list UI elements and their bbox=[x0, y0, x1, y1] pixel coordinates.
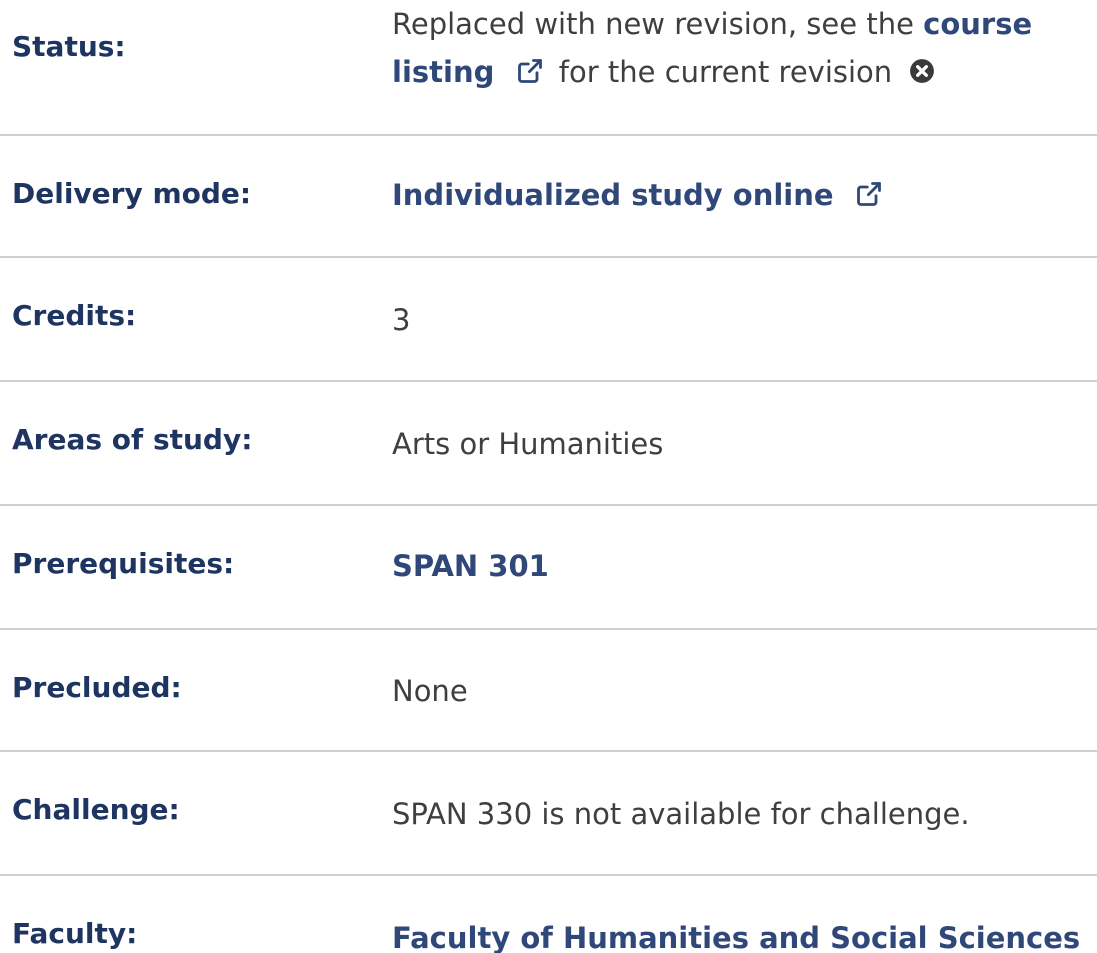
areas-of-study-value: Arts or Humanities bbox=[392, 427, 664, 461]
status-value: Replaced with new revision, see the cour… bbox=[392, 0, 1032, 96]
faculty-value: Faculty of Humanities and Social Science… bbox=[392, 914, 1097, 953]
course-listing-link-part1[interactable]: course bbox=[923, 7, 1032, 41]
challenge-label: Challenge: bbox=[12, 793, 180, 826]
faculty-link[interactable]: Faculty of Humanities and Social Science… bbox=[392, 921, 1080, 953]
course-listing-link-part2[interactable]: listing bbox=[392, 55, 494, 89]
prerequisites-value: SPAN 301 bbox=[392, 542, 549, 590]
faculty-label: Faculty: bbox=[12, 917, 138, 950]
status-label: Status: bbox=[12, 30, 126, 63]
prerequisites-label: Prerequisites: bbox=[12, 547, 235, 580]
close-circle-icon[interactable] bbox=[909, 58, 935, 84]
delivery-mode-row: Delivery mode: Individualized study onli… bbox=[0, 136, 1097, 258]
credits-value: 3 bbox=[392, 303, 411, 337]
external-link-icon[interactable] bbox=[855, 180, 883, 208]
areas-of-study-row: Areas of study: Arts or Humanities bbox=[0, 382, 1097, 506]
areas-of-study-label: Areas of study: bbox=[12, 423, 253, 456]
challenge-row: Challenge: SPAN 330 is not available for… bbox=[0, 752, 1097, 876]
course-details-table: Status: Replaced with new revision, see … bbox=[0, 0, 1097, 953]
challenge-value: SPAN 330 is not available for challenge. bbox=[392, 797, 970, 831]
precluded-row: Precluded: None bbox=[0, 630, 1097, 752]
delivery-mode-value: Individualized study online bbox=[392, 171, 889, 219]
delivery-mode-link[interactable]: Individualized study online bbox=[392, 178, 834, 212]
prerequisite-link[interactable]: SPAN 301 bbox=[392, 549, 549, 583]
delivery-mode-label: Delivery mode: bbox=[12, 177, 252, 210]
credits-label: Credits: bbox=[12, 299, 137, 332]
status-text-after: for the current revision bbox=[549, 55, 893, 89]
prerequisites-row: Prerequisites: SPAN 301 bbox=[0, 506, 1097, 630]
precluded-label: Precluded: bbox=[12, 671, 182, 704]
precluded-value: None bbox=[392, 674, 468, 708]
external-link-icon[interactable] bbox=[516, 57, 544, 85]
credits-row: Credits: 3 bbox=[0, 258, 1097, 382]
status-text-before: Replaced with new revision, see the bbox=[392, 7, 924, 41]
faculty-row: Faculty: Faculty of Humanities and Socia… bbox=[0, 876, 1097, 953]
status-row: Status: Replaced with new revision, see … bbox=[0, 0, 1097, 136]
